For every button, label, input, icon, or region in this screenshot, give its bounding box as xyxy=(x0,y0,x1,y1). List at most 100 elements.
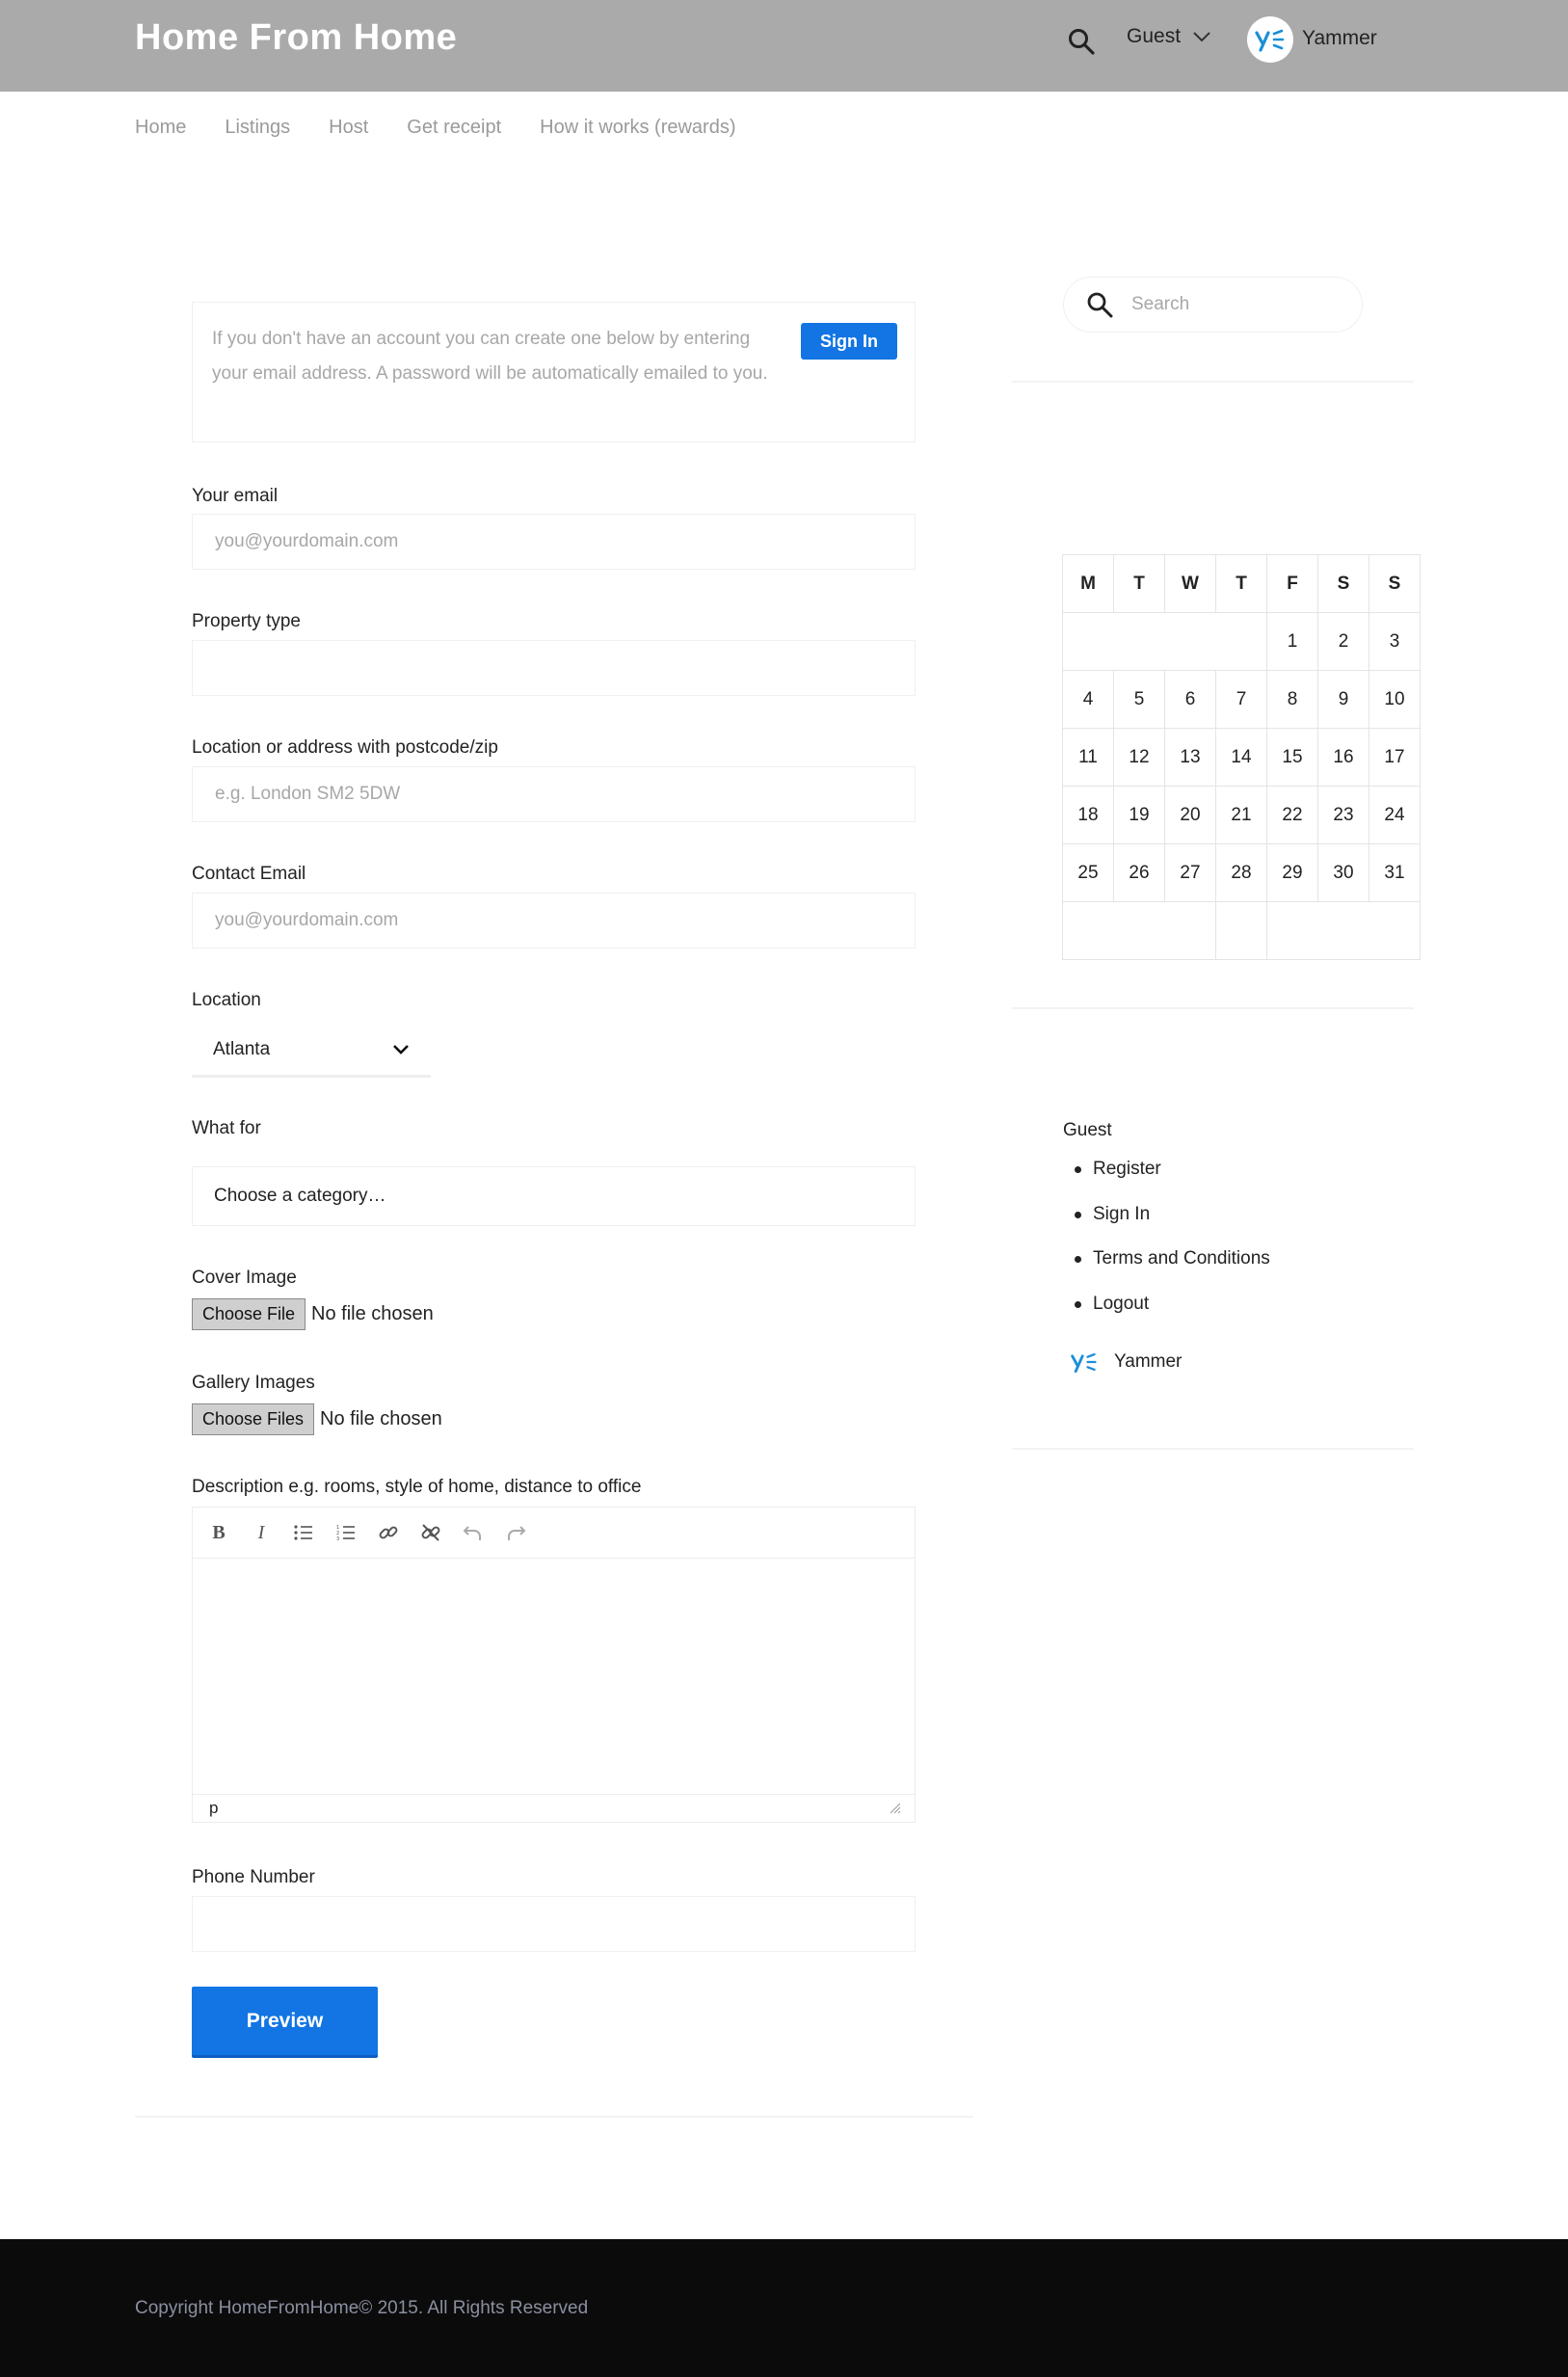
calendar-week: 11 12 13 14 15 16 17 xyxy=(1062,728,1421,787)
editor-statusbar: p xyxy=(193,1794,915,1822)
nav-get-receipt[interactable]: Get receipt xyxy=(407,117,501,139)
choose-file-button[interactable]: Choose File xyxy=(192,1298,306,1330)
phone-number-field[interactable] xyxy=(192,1896,916,1952)
weekday-fri: F xyxy=(1266,554,1318,613)
editor-body[interactable] xyxy=(193,1559,915,1794)
guest-menu-label: Guest xyxy=(1127,25,1182,47)
nav-how-it-works[interactable]: How it works (rewards) xyxy=(540,117,735,139)
sidebar-link-sign-in[interactable]: Sign In xyxy=(1073,1204,1270,1249)
calendar-day: 29 xyxy=(1266,843,1318,902)
calendar-nav-row xyxy=(1062,901,1421,960)
content-divider xyxy=(135,2116,973,2118)
calendar-week: 4 5 6 7 8 9 10 xyxy=(1062,670,1421,729)
redo-icon[interactable] xyxy=(505,1522,526,1543)
cover-file-status: No file chosen xyxy=(311,1303,434,1324)
calendar-next-cell[interactable] xyxy=(1266,901,1421,960)
sidebar-divider xyxy=(1012,1007,1414,1009)
chevron-down-icon xyxy=(1193,32,1210,42)
footer: Copyright HomeFromHome© 2015. All Rights… xyxy=(0,2239,1568,2377)
calendar-pad xyxy=(1215,901,1267,960)
calendar-day: 28 xyxy=(1215,843,1267,902)
link-icon[interactable] xyxy=(378,1522,399,1543)
calendar-day: 20 xyxy=(1164,786,1216,844)
nav-listings[interactable]: Listings xyxy=(225,117,290,139)
site-title[interactable]: Home From Home xyxy=(135,17,457,59)
location-select[interactable]: Atlanta xyxy=(192,1025,431,1078)
choose-files-button[interactable]: Choose Files xyxy=(192,1403,315,1435)
calendar-week: 1 2 3 xyxy=(1062,612,1421,671)
copyright-text: Copyright HomeFromHome© 2015. All Rights… xyxy=(135,2298,589,2318)
email-field[interactable] xyxy=(192,514,916,570)
calendar-day: 25 xyxy=(1062,843,1114,902)
calendar-day: 2 xyxy=(1317,612,1369,671)
category-select[interactable]: Choose a category… xyxy=(192,1166,916,1226)
calendar-day: 19 xyxy=(1113,786,1165,844)
unlink-icon[interactable] xyxy=(420,1522,441,1543)
calendar-weekday-row: M T W T F S S xyxy=(1062,554,1421,613)
editor-path[interactable]: p xyxy=(209,1799,218,1818)
main-nav: Home Listings Host Get receipt How it wo… xyxy=(135,117,774,139)
sidebar-link-terms[interactable]: Terms and Conditions xyxy=(1073,1248,1270,1294)
editor-toolbar: B I 123 xyxy=(193,1508,915,1559)
bullet-list-icon[interactable] xyxy=(293,1522,314,1543)
undo-icon[interactable] xyxy=(463,1522,484,1543)
notice-text: If you don't have an account you can cre… xyxy=(212,329,768,384)
calendar-day: 9 xyxy=(1317,670,1369,729)
preview-button[interactable]: Preview xyxy=(192,1987,378,2058)
svg-text:3: 3 xyxy=(336,1536,339,1541)
numbered-list-icon[interactable]: 123 xyxy=(335,1522,357,1543)
what-for-label: What for xyxy=(192,1118,261,1138)
nav-home[interactable]: Home xyxy=(135,117,186,139)
weekday-sun: S xyxy=(1369,554,1421,613)
calendar-day: 7 xyxy=(1215,670,1267,729)
calendar-day: 4 xyxy=(1062,670,1114,729)
cover-image-label: Cover Image xyxy=(192,1268,297,1288)
location-address-field[interactable] xyxy=(192,766,916,822)
yammer-link[interactable]: Yammer xyxy=(1302,27,1377,50)
sidebar-search-input[interactable] xyxy=(1131,294,1324,315)
category-select-value: Choose a category… xyxy=(214,1186,386,1206)
calendar-week: 18 19 20 21 22 23 24 xyxy=(1062,786,1421,844)
yammer-avatar-icon[interactable] xyxy=(1247,16,1293,63)
calendar: M T W T F S S 1 2 3 4 5 6 7 8 9 10 11 12… xyxy=(1062,554,1421,960)
calendar-day: 10 xyxy=(1369,670,1421,729)
nav-host[interactable]: Host xyxy=(329,117,368,139)
sidebar-link-register[interactable]: Register xyxy=(1073,1159,1270,1204)
weekday-tue: T xyxy=(1113,554,1165,613)
yammer-icon xyxy=(1071,1352,1097,1374)
calendar-day: 18 xyxy=(1062,786,1114,844)
contact-email-field[interactable] xyxy=(192,893,916,948)
property-type-field[interactable] xyxy=(192,640,916,696)
resize-handle-icon[interactable] xyxy=(890,1803,901,1814)
calendar-pad xyxy=(1062,612,1267,671)
calendar-day: 14 xyxy=(1215,728,1267,787)
weekday-sat: S xyxy=(1317,554,1369,613)
calendar-day: 31 xyxy=(1369,843,1421,902)
calendar-day: 3 xyxy=(1369,612,1421,671)
sidebar-yammer-label: Yammer xyxy=(1114,1351,1183,1372)
calendar-day: 30 xyxy=(1317,843,1369,902)
calendar-prev-cell[interactable] xyxy=(1062,901,1216,960)
calendar-day: 6 xyxy=(1164,670,1216,729)
italic-icon[interactable]: I xyxy=(251,1522,272,1543)
calendar-day: 13 xyxy=(1164,728,1216,787)
calendar-week: 25 26 27 28 29 30 31 xyxy=(1062,843,1421,902)
email-label: Your email xyxy=(192,486,279,506)
location-label: Location xyxy=(192,990,261,1010)
guest-menu[interactable]: Guest xyxy=(1127,25,1211,48)
search-icon[interactable] xyxy=(1065,25,1098,58)
sidebar-link-logout[interactable]: Logout xyxy=(1073,1294,1270,1339)
search-icon xyxy=(1087,292,1113,318)
sign-in-button[interactable]: Sign In xyxy=(801,323,897,360)
calendar-day: 22 xyxy=(1266,786,1318,844)
calendar-day: 21 xyxy=(1215,786,1267,844)
sidebar-yammer-link[interactable]: Yammer xyxy=(1070,1349,1182,1375)
description-label: Description e.g. rooms, style of home, d… xyxy=(192,1477,642,1497)
gallery-images-label: Gallery Images xyxy=(192,1373,315,1393)
cover-image-input: Choose File No file chosen xyxy=(192,1298,434,1330)
calendar-day: 5 xyxy=(1113,670,1165,729)
sidebar-guest-links: Register Sign In Terms and Conditions Lo… xyxy=(1073,1159,1270,1338)
bold-icon[interactable]: B xyxy=(208,1522,229,1543)
calendar-day: 23 xyxy=(1317,786,1369,844)
gallery-images-input: Choose Files No file chosen xyxy=(192,1403,442,1435)
